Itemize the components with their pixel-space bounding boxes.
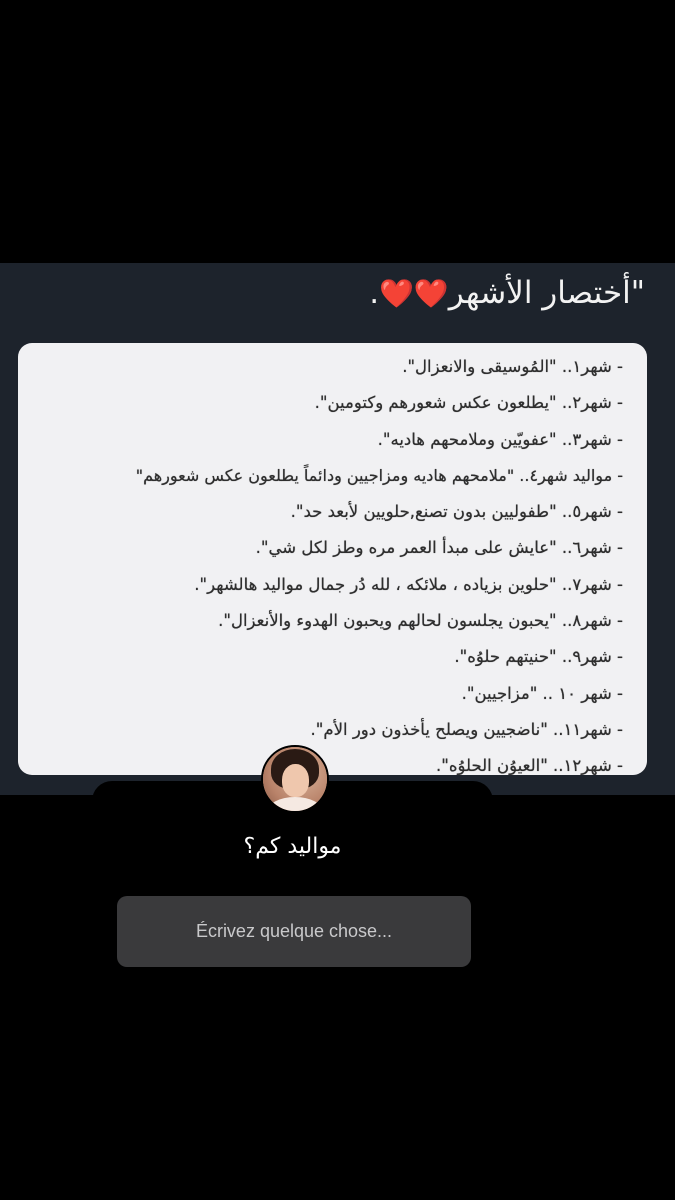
list-item: - شهر١١.. "ناضجيين ويصلح يأخذون دور الأم…: [310, 719, 623, 739]
heart-icon: ❤️❤️: [379, 277, 453, 310]
answer-input[interactable]: Écrivez quelque chose...: [117, 896, 471, 967]
shared-post: "أختصار الأشهر❤️❤️. - شهر١.. "المُوسيقى …: [0, 263, 675, 795]
list-item: - شهر٩.. "حنيتهم حلوُه".: [454, 647, 623, 667]
list-item: - شهر ١٠ .. "مزاجيين".: [461, 683, 623, 703]
list-item: - شهر١٢.. "العيوُن الحلوُه".: [436, 756, 623, 775]
post-title-end: .: [369, 275, 380, 311]
list-item: - شهر٣.. "عفويّين وملامحهم هاديه".: [377, 429, 623, 449]
months-card: - شهر١.. "المُوسيقى والانعزال". - شهر٢..…: [18, 343, 647, 775]
avatar: [261, 745, 329, 813]
post-title-text: "أختصار الأشهر: [448, 275, 645, 311]
list-item: - شهر٨.. "يحبون يجلسون لحالهم ويحبون اله…: [218, 611, 623, 631]
list-item: - شهر٦.. "عايش على مبدأ العمر مره وطز لك…: [255, 538, 623, 558]
post-title: "أختصار الأشهر❤️❤️.: [369, 275, 645, 311]
list-item: - شهر١.. "المُوسيقى والانعزال".: [402, 357, 623, 376]
list-item: - شهر٥.. "طفوليين بدون تصنع,حلويين لأبعد…: [290, 502, 623, 522]
months-list: - شهر١.. "المُوسيقى والانعزال". - شهر٢..…: [18, 349, 647, 775]
question-text: مواليد كم؟: [243, 834, 342, 859]
story-screen: "أختصار الأشهر❤️❤️. - شهر١.. "المُوسيقى …: [0, 0, 675, 1200]
list-item: - شهر٢.. "يطلعون عكس شعورهم وكتومين".: [314, 393, 623, 413]
list-item: - شهر٧.. "حلوين بزياده ، ملائكه ، لله دُ…: [194, 574, 623, 594]
list-item: - مواليد شهر٤.. "ملامحهم هاديه ومزاجيين …: [135, 465, 624, 485]
